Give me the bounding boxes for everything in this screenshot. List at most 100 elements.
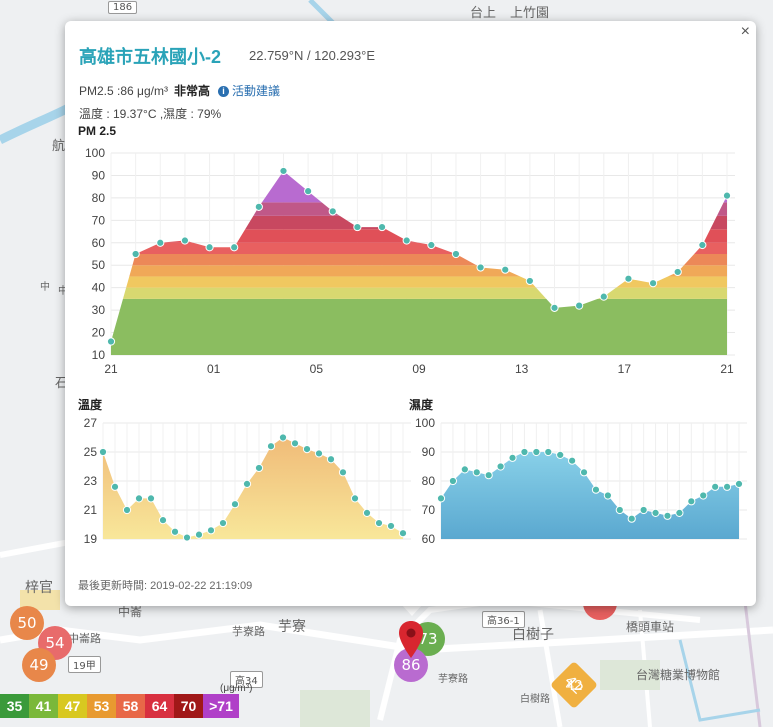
data-point[interactable] <box>338 468 348 477</box>
data-point[interactable] <box>110 482 120 491</box>
pm-chart-label: PM 2.5 <box>78 124 117 138</box>
data-point[interactable] <box>472 468 481 477</box>
map-label: 白樹路 <box>520 694 550 705</box>
data-point[interactable] <box>599 292 608 301</box>
map-label: 上竹園 <box>510 6 550 21</box>
data-point[interactable] <box>402 236 411 245</box>
data-point[interactable] <box>451 249 461 259</box>
close-icon[interactable]: × <box>741 23 750 41</box>
map-label: 芋寮 <box>278 619 306 635</box>
data-point[interactable] <box>230 243 239 252</box>
data-point[interactable] <box>158 516 168 525</box>
data-point[interactable] <box>484 471 493 480</box>
data-point[interactable] <box>436 494 446 503</box>
data-point[interactable] <box>194 530 204 539</box>
data-point[interactable] <box>544 447 553 457</box>
data-point[interactable] <box>304 187 313 196</box>
station-title: 高雄市五林國小-2 <box>79 47 222 67</box>
data-point[interactable] <box>722 482 732 491</box>
activity-advice-link[interactable]: 活動建議 <box>232 84 280 98</box>
data-point[interactable] <box>180 236 190 245</box>
y-tick-label: 50 <box>92 258 106 272</box>
data-point[interactable] <box>508 453 517 462</box>
data-point[interactable] <box>591 485 601 494</box>
info-icon[interactable]: i <box>217 86 229 97</box>
data-point[interactable] <box>675 508 684 518</box>
data-point[interactable] <box>266 442 276 451</box>
y-tick-label: 90 <box>422 445 436 459</box>
data-point[interactable] <box>627 514 636 523</box>
data-point[interactable] <box>698 240 707 250</box>
map-label: 梓官 <box>25 580 53 596</box>
data-point[interactable] <box>146 494 156 503</box>
data-point[interactable] <box>156 238 165 247</box>
aqi-marker[interactable]: 49 <box>22 648 56 682</box>
data-point[interactable] <box>460 465 469 474</box>
data-point[interactable] <box>122 505 132 515</box>
data-point[interactable] <box>302 445 312 454</box>
data-point[interactable] <box>550 303 559 312</box>
data-point[interactable] <box>496 462 505 471</box>
data-point[interactable] <box>182 533 192 542</box>
data-point[interactable] <box>520 447 529 457</box>
data-point[interactable] <box>476 263 485 272</box>
data-point[interactable] <box>170 527 180 536</box>
data-point[interactable] <box>353 222 362 232</box>
data-point[interactable] <box>290 439 300 448</box>
data-point[interactable] <box>532 447 541 457</box>
data-point[interactable] <box>448 476 458 486</box>
location-pin-icon[interactable] <box>398 620 424 660</box>
pm-level-band <box>111 202 727 216</box>
x-tick-label: 01 <box>207 362 221 376</box>
data-point[interactable] <box>711 482 720 491</box>
data-point[interactable] <box>722 191 732 200</box>
data-point[interactable] <box>427 240 436 250</box>
data-point[interactable] <box>575 301 584 310</box>
data-point[interactable] <box>278 433 288 442</box>
data-point[interactable] <box>350 494 360 503</box>
data-point[interactable] <box>624 274 633 283</box>
data-point[interactable] <box>218 518 228 528</box>
data-point[interactable] <box>230 500 240 509</box>
y-tick-label: 90 <box>92 168 106 182</box>
data-point[interactable] <box>699 491 708 500</box>
data-point[interactable] <box>734 479 744 489</box>
map-label: 芋寮路 <box>438 674 468 685</box>
data-point[interactable] <box>673 267 682 277</box>
data-point[interactable] <box>615 505 624 515</box>
data-point[interactable] <box>501 265 510 274</box>
data-point[interactable] <box>603 491 612 500</box>
data-point[interactable] <box>134 494 144 503</box>
data-point[interactable] <box>106 337 116 346</box>
data-point[interactable] <box>131 249 140 259</box>
temperature-chart: 19 21 23 25 27 <box>84 416 411 546</box>
data-point[interactable] <box>556 450 565 460</box>
y-tick-label: 100 <box>85 146 105 160</box>
data-point[interactable] <box>205 243 214 252</box>
data-point[interactable] <box>206 526 216 535</box>
data-point[interactable] <box>648 279 658 288</box>
data-point[interactable] <box>279 166 288 176</box>
data-point[interactable] <box>568 456 577 465</box>
data-point[interactable] <box>386 521 396 531</box>
data-point[interactable] <box>254 202 263 211</box>
data-point[interactable] <box>377 222 387 232</box>
x-tick-label: 21 <box>720 362 734 376</box>
data-point[interactable] <box>663 511 672 520</box>
data-point[interactable] <box>374 518 384 528</box>
data-point[interactable] <box>651 508 660 518</box>
data-point[interactable] <box>579 468 589 477</box>
data-point[interactable] <box>314 449 324 458</box>
data-point[interactable] <box>362 508 372 518</box>
data-point[interactable] <box>328 207 337 216</box>
data-point[interactable] <box>98 447 108 457</box>
data-point[interactable] <box>326 455 336 464</box>
data-point[interactable] <box>687 497 696 506</box>
data-point[interactable] <box>242 479 252 489</box>
map-label: 中 <box>40 282 50 293</box>
data-point[interactable] <box>525 276 534 286</box>
pm-level-band <box>111 242 727 254</box>
data-point[interactable] <box>639 505 648 515</box>
data-point[interactable] <box>254 463 264 473</box>
y-tick-label: 10 <box>92 348 106 362</box>
